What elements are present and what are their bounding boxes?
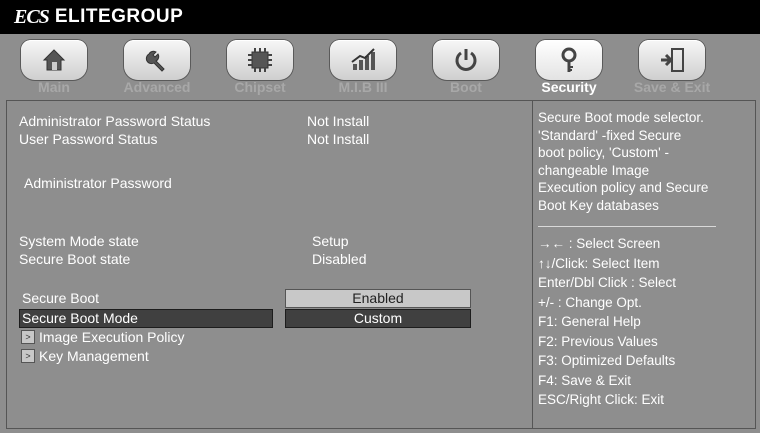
power-icon [433,40,499,80]
tab-strip: Main Advanced Chipset M.I.B III Boot Sec… [0,34,760,100]
key-hint: F1: General Help [538,314,641,329]
tab-label: Security [541,79,597,95]
key-hint: →← : Select Screen [538,236,661,251]
submenu-arrow-icon: > [21,349,35,363]
panel-divider [532,101,533,428]
submenu-arrow-icon: > [21,330,35,344]
ecs-logo: ECS [14,5,50,28]
tab-label: M.I.B III [338,79,388,95]
tab-label: Main [38,79,70,95]
key-hint: ↑↓/Click: Select Item [538,255,660,271]
tab-main[interactable]: Main [10,36,98,98]
image-execution-policy-label: Image Execution Policy [39,329,185,345]
key-hint: +/- : Change Opt. [538,294,642,310]
help-line: Boot Key databases [538,197,659,213]
secure-boot-mode-label: Secure Boot Mode [22,310,138,326]
exit-icon [639,40,705,80]
tab-advanced[interactable]: Advanced [113,36,201,98]
tab-label: Save & Exit [633,79,711,95]
help-line: boot policy, 'Custom' - [538,145,669,160]
help-line: changeable Image [538,162,650,178]
key-hint: F3: Optimized Defaults [538,353,676,368]
tab-security[interactable]: Security [525,36,613,98]
settings-panel: Administrator Password Status Not Instal… [6,100,756,429]
system-mode-value: Setup [312,233,349,249]
admin-password-status-value: Not Install [307,113,370,129]
home-icon [21,40,87,80]
key-hint: Enter/Dbl Click : Select [538,275,677,290]
key-hint: F4: Save & Exit [538,372,632,388]
tab-label: Boot [450,79,482,95]
tab-chipset[interactable]: Chipset [216,36,304,98]
brand: ECS ELITEGROUP [14,5,183,29]
admin-password-item[interactable]: Administrator Password [24,175,172,191]
admin-password-status-label: Administrator Password Status [19,113,211,129]
secure-boot-state-label: Secure Boot state [19,251,131,267]
user-password-status-value: Not Install [307,131,370,147]
key-management-label: Key Management [39,348,149,364]
brand-name: ELITEGROUP [54,6,184,27]
help-separator [538,226,716,227]
title-bar: ECS ELITEGROUP [0,0,760,34]
tab-label: Chipset [234,79,286,95]
tab-mib[interactable]: M.I.B III [319,36,407,98]
key-hint: ESC/Right Click: Exit [538,392,665,407]
secure-boot-select[interactable]: Enabled [285,289,471,308]
key-hint: F2: Previous Values [538,333,658,349]
tab-label: Advanced [123,79,191,95]
secure-boot-label: Secure Boot [22,290,100,306]
image-execution-policy-item[interactable]: > Image Execution Policy [21,329,185,345]
key-icon [536,40,602,80]
tab-boot[interactable]: Boot [422,36,510,98]
key-management-item[interactable]: > Key Management [21,348,149,364]
help-description: Secure Boot mode selector. 'Standard' -f… [538,109,748,214]
bios-screen: ECS ELITEGROUP Main Advanced Chipset M.I… [0,0,760,433]
user-password-status-label: User Password Status [19,131,158,147]
help-line: Secure Boot mode selector. [538,110,704,125]
chip-icon [227,40,293,80]
secure-boot-mode-select[interactable]: Custom [285,309,471,328]
help-line: Execution policy and Secure [538,180,709,195]
secure-boot-state-value: Disabled [312,251,367,267]
key-legend: →← : Select Screen ↑↓/Click: Select Item… [538,234,748,410]
wrench-icon [124,40,190,80]
help-line: 'Standard' -fixed Secure [538,127,682,143]
chart-icon [330,40,396,80]
system-mode-label: System Mode state [19,233,139,249]
tab-save-exit[interactable]: Save & Exit [628,36,716,98]
